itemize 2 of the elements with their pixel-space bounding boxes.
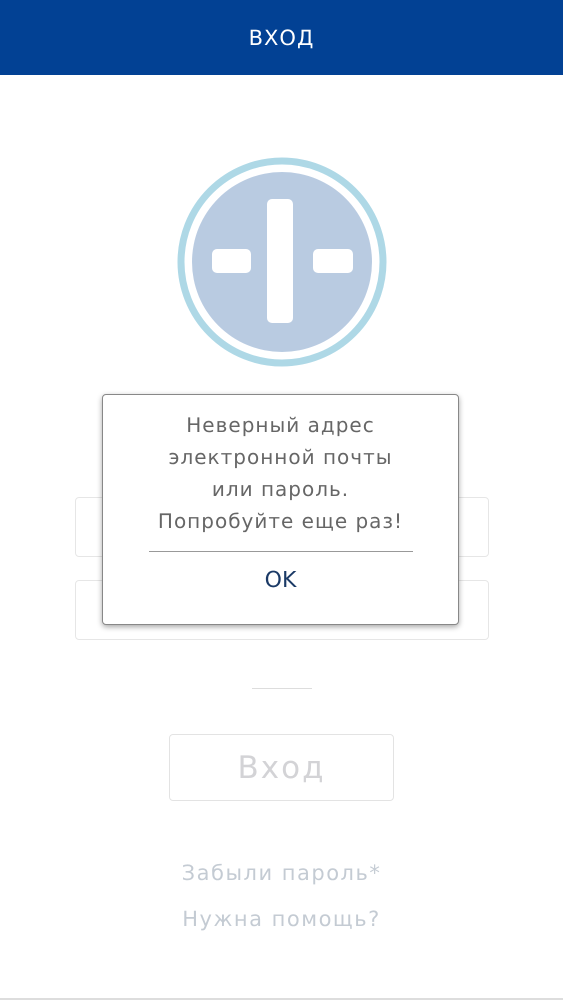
alert-message: Неверный адрес электронной почты или пароль. Попробуйте еще раз! bbox=[158, 412, 404, 535]
screen-title: ВХОД bbox=[248, 26, 314, 50]
